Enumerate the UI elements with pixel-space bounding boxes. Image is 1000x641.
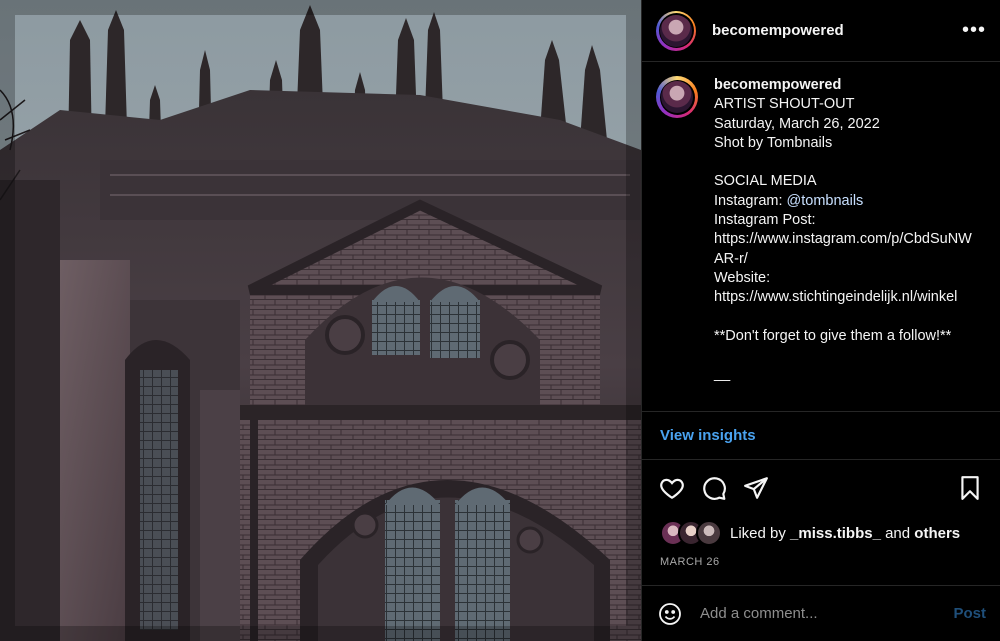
send-icon[interactable] xyxy=(740,472,772,504)
caption-line: https://www.stichtingeindelijk.nl/winkel xyxy=(714,289,958,306)
caption-line: Shot by Tombnails xyxy=(714,134,833,151)
more-horizontal-icon[interactable]: ••• xyxy=(962,19,986,42)
instagram-post-view: becomempowered ••• becomempowered ARTIST… xyxy=(0,0,1000,641)
insights-bar: View insights xyxy=(642,412,1000,460)
mention-link[interactable]: @tombnails xyxy=(787,193,864,209)
comment-input[interactable] xyxy=(698,604,954,623)
caption-line: __ xyxy=(714,366,731,383)
bookmark-icon[interactable] xyxy=(954,472,986,504)
likes-joiner: and xyxy=(880,524,915,542)
caption-line: ARTIST SHOUT-OUT xyxy=(714,96,855,113)
caption-line: Instagram: xyxy=(714,192,787,209)
header-username[interactable]: becomempowered xyxy=(712,22,844,39)
likes-others-link[interactable]: others xyxy=(914,525,960,542)
caption-avatar[interactable] xyxy=(656,76,698,118)
avatar[interactable] xyxy=(656,10,696,51)
caption-line xyxy=(714,308,976,327)
view-insights-link[interactable]: View insights xyxy=(660,427,756,444)
post-image[interactable] xyxy=(0,0,641,641)
post-date[interactable]: MARCH 26 xyxy=(642,550,1000,582)
caption-line xyxy=(714,153,976,172)
avatar-image xyxy=(660,14,692,47)
caption-line: Website: xyxy=(714,269,771,286)
caption-username[interactable]: becomempowered xyxy=(714,76,976,95)
cathedral-photo xyxy=(0,0,641,641)
caption-line: Saturday, March 26, 2022 xyxy=(714,115,880,132)
likes-summary: Liked by _miss.tibbs_ and others xyxy=(642,516,1000,550)
caption-line xyxy=(714,346,976,365)
post-header: becomempowered ••• xyxy=(642,0,1000,62)
action-bar xyxy=(642,460,1000,516)
liker-avatars[interactable] xyxy=(660,520,722,546)
comment-bar: Post xyxy=(642,585,1000,641)
comment-icon[interactable] xyxy=(698,472,730,504)
post-sidebar: becomempowered ••• becomempowered ARTIST… xyxy=(641,0,1000,641)
caption: becomempowered ARTIST SHOUT-OUT Saturday… xyxy=(642,62,1000,412)
caption-line: https://www.instagram.com/p/CbdSuNWAR-r/ xyxy=(714,231,972,267)
heart-icon[interactable] xyxy=(656,472,688,504)
caption-line-instagram: Instagram: @tombnails xyxy=(714,192,976,211)
liker-username[interactable]: _miss.tibbs_ xyxy=(790,525,881,542)
caption-line: Instagram Post: xyxy=(714,212,816,229)
likes-prefix: Liked by xyxy=(730,524,786,542)
emoji-icon[interactable] xyxy=(656,600,684,628)
caption-line: **Don't forget to give them a follow!** xyxy=(714,327,952,344)
post-comment-button[interactable]: Post xyxy=(953,605,986,622)
caption-line: SOCIAL MEDIA xyxy=(714,173,817,190)
caption-text: becomempowered ARTIST SHOUT-OUT Saturday… xyxy=(714,76,976,411)
